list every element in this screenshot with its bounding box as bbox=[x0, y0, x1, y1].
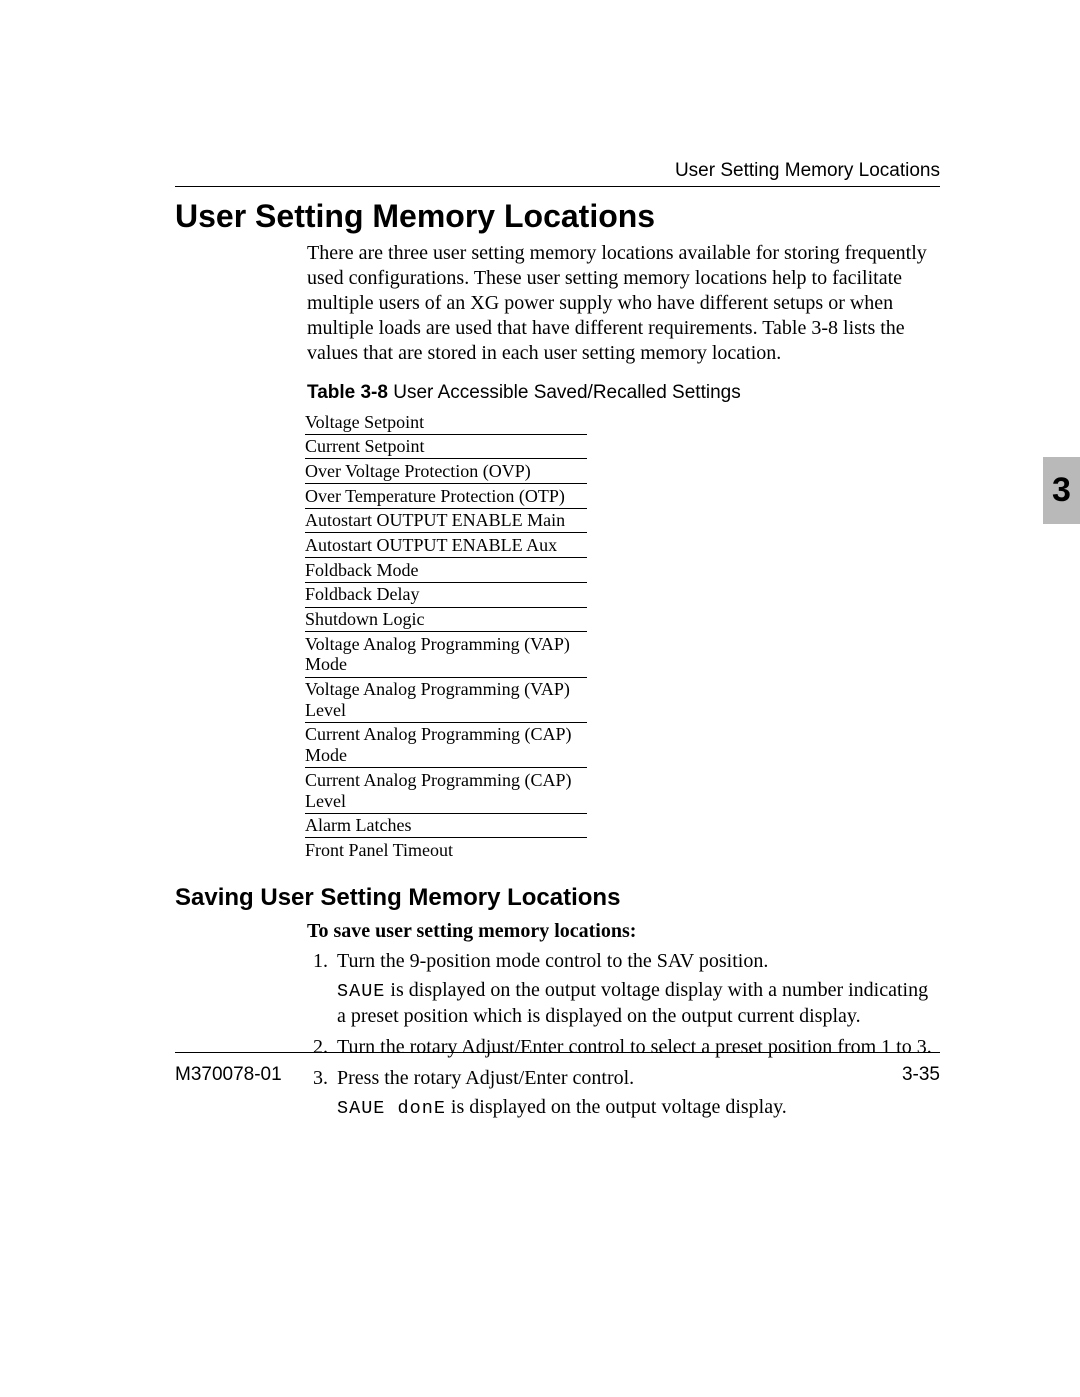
page-title: User Setting Memory Locations bbox=[175, 198, 940, 235]
table-row: Voltage Analog Programming (VAP) Level bbox=[305, 678, 587, 723]
intro-paragraph: There are three user setting memory loca… bbox=[307, 241, 935, 366]
table-row: Current Analog Programming (CAP) Mode bbox=[305, 723, 587, 768]
table-row: Over Temperature Protection (OTP) bbox=[305, 484, 587, 509]
table-row: Front Panel Timeout bbox=[305, 838, 587, 862]
chapter-tab: 3 bbox=[1043, 457, 1080, 524]
footer-doc-id: M370078-01 bbox=[175, 1064, 282, 1086]
top-rule bbox=[175, 186, 940, 187]
step-1-tail: is displayed on the output voltage displ… bbox=[337, 979, 928, 1026]
segment-display: SAUE bbox=[337, 981, 385, 1002]
table-row: Autostart OUTPUT ENABLE Aux bbox=[305, 533, 587, 558]
table-caption: Table 3-8 User Accessible Saved/Recalled… bbox=[307, 382, 935, 404]
table-row: Shutdown Logic bbox=[305, 608, 587, 633]
footer-page-number: 3-35 bbox=[902, 1064, 940, 1086]
procedure-steps: Turn the 9-position mode control to the … bbox=[307, 949, 935, 1120]
settings-table: Voltage Setpoint Current Setpoint Over V… bbox=[305, 410, 587, 862]
section-subtitle: Saving User Setting Memory Locations bbox=[175, 884, 940, 912]
step-1: Turn the 9-position mode control to the … bbox=[333, 949, 935, 1029]
table-caption-bold: Table 3-8 bbox=[307, 382, 388, 403]
page: User Setting Memory Locations 3 User Set… bbox=[0, 0, 1080, 1397]
table-row: Autostart OUTPUT ENABLE Main bbox=[305, 509, 587, 534]
table-row: Current Analog Programming (CAP) Level bbox=[305, 768, 587, 813]
table-row: Over Voltage Protection (OVP) bbox=[305, 459, 587, 484]
table-row: Voltage Setpoint bbox=[305, 410, 587, 435]
table-row: Foldback Mode bbox=[305, 558, 587, 583]
step-1-text: Turn the 9-position mode control to the … bbox=[337, 950, 768, 972]
content-area: User Setting Memory Locations There are … bbox=[175, 198, 940, 1126]
segment-display: SAUE donE bbox=[337, 1098, 446, 1119]
table-row: Alarm Latches bbox=[305, 814, 587, 839]
bottom-rule bbox=[175, 1052, 940, 1053]
table-row: Foldback Delay bbox=[305, 583, 587, 608]
procedure-block: To save user setting memory locations: T… bbox=[307, 920, 935, 1120]
running-head: User Setting Memory Locations bbox=[675, 160, 940, 182]
step-3-text: Press the rotary Adjust/Enter control. bbox=[337, 1067, 634, 1089]
step-3: Press the rotary Adjust/Enter control. S… bbox=[333, 1066, 935, 1120]
step-2: Turn the rotary Adjust/Enter control to … bbox=[333, 1035, 935, 1060]
intro-block: There are three user setting memory loca… bbox=[307, 241, 935, 404]
table-row: Voltage Analog Programming (VAP) Mode bbox=[305, 632, 587, 677]
table-caption-rest: User Accessible Saved/Recalled Settings bbox=[388, 382, 741, 403]
table-row: Current Setpoint bbox=[305, 435, 587, 460]
procedure-lead: To save user setting memory locations: bbox=[307, 920, 935, 943]
step-3-tail: is displayed on the output voltage displ… bbox=[446, 1096, 787, 1118]
